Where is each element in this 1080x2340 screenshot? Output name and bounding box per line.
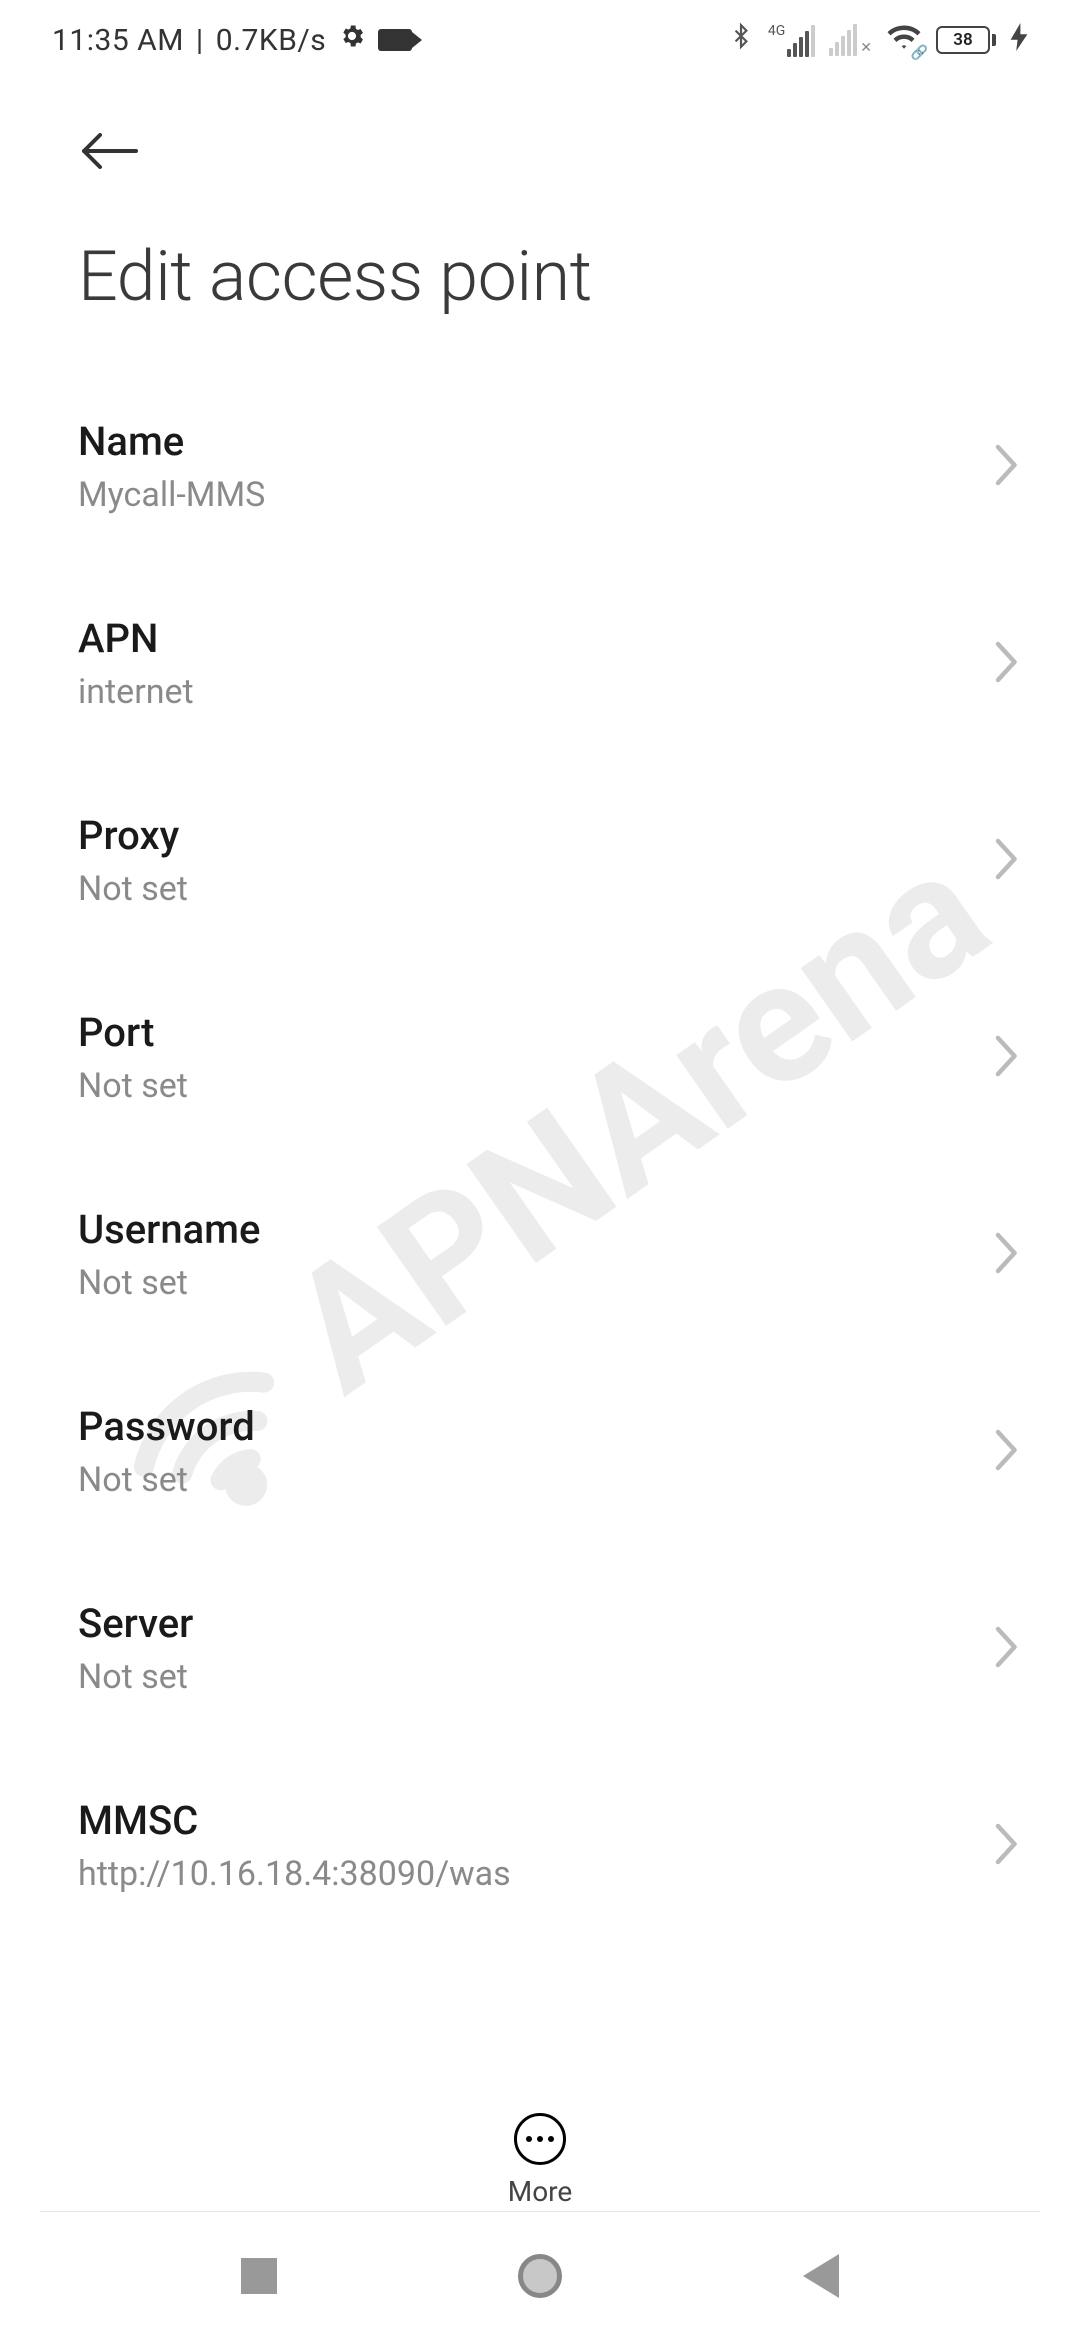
setting-label: Proxy	[78, 812, 188, 859]
setting-row-name[interactable]: Name Mycall-MMS	[0, 368, 1080, 565]
signal-sim1: 4G	[768, 23, 815, 57]
setting-row-password[interactable]: Password Not set	[0, 1353, 1080, 1550]
back-button[interactable]	[78, 130, 142, 172]
nav-home-button[interactable]	[518, 2254, 562, 2298]
chevron-right-icon	[994, 838, 1020, 884]
more-button[interactable]: More	[0, 2089, 1080, 2208]
setting-row-server[interactable]: Server Not set	[0, 1550, 1080, 1747]
more-icon	[514, 2113, 566, 2165]
nav-bar	[0, 2212, 1080, 2340]
camera-icon	[378, 29, 412, 51]
bluetooth-icon	[728, 19, 754, 61]
setting-row-mmsc[interactable]: MMSC http://10.16.18.4:38090/was	[0, 1747, 1080, 1944]
chevron-right-icon	[994, 1035, 1020, 1081]
setting-value: http://10.16.18.4:38090/was	[78, 1854, 511, 1894]
battery-indicator: 38	[936, 26, 996, 54]
more-label: More	[508, 2175, 573, 2208]
chevron-right-icon	[994, 1823, 1020, 1869]
setting-label: Password	[78, 1403, 255, 1450]
status-separator: |	[196, 23, 204, 58]
chevron-right-icon	[994, 1429, 1020, 1475]
setting-row-username[interactable]: Username Not set	[0, 1156, 1080, 1353]
chevron-right-icon	[994, 641, 1020, 687]
chevron-right-icon	[994, 1232, 1020, 1278]
page-title: Edit access point	[0, 206, 1080, 368]
setting-row-port[interactable]: Port Not set	[0, 959, 1080, 1156]
setting-label: Name	[78, 418, 265, 465]
settings-list: Name Mycall-MMS APN internet Proxy	[0, 368, 1080, 1988]
status-time: 11:35 AM	[52, 23, 184, 58]
setting-row-mms-proxy[interactable]: MMS proxy 10.16.18.77	[0, 1944, 1080, 1988]
setting-value: Mycall-MMS	[78, 475, 265, 515]
chevron-right-icon	[994, 444, 1020, 490]
setting-label: APN	[78, 615, 194, 662]
setting-value: Not set	[78, 1263, 260, 1303]
setting-row-proxy[interactable]: Proxy Not set	[0, 762, 1080, 959]
setting-label: Username	[78, 1206, 260, 1253]
gear-icon	[338, 22, 366, 58]
setting-row-apn[interactable]: APN internet	[0, 565, 1080, 762]
setting-value: Not set	[78, 1460, 255, 1500]
setting-label: MMSC	[78, 1797, 511, 1844]
setting-value: internet	[78, 672, 194, 712]
nav-recents-button[interactable]	[241, 2258, 277, 2294]
setting-value: Not set	[78, 1066, 188, 1106]
charging-icon	[1010, 23, 1028, 57]
setting-label: Server	[78, 1600, 193, 1647]
chevron-right-icon	[994, 1626, 1020, 1672]
nav-back-button[interactable]	[803, 2254, 839, 2298]
setting-value: Not set	[78, 869, 188, 909]
setting-label: Port	[78, 1009, 188, 1056]
status-net-speed: 0.7KB/s	[216, 23, 327, 58]
setting-value: Not set	[78, 1657, 193, 1697]
wifi-icon: 🔗	[886, 21, 922, 59]
status-bar: 11:35 AM | 0.7KB/s 4G	[0, 0, 1080, 80]
signal-sim2: ✕	[829, 24, 872, 56]
